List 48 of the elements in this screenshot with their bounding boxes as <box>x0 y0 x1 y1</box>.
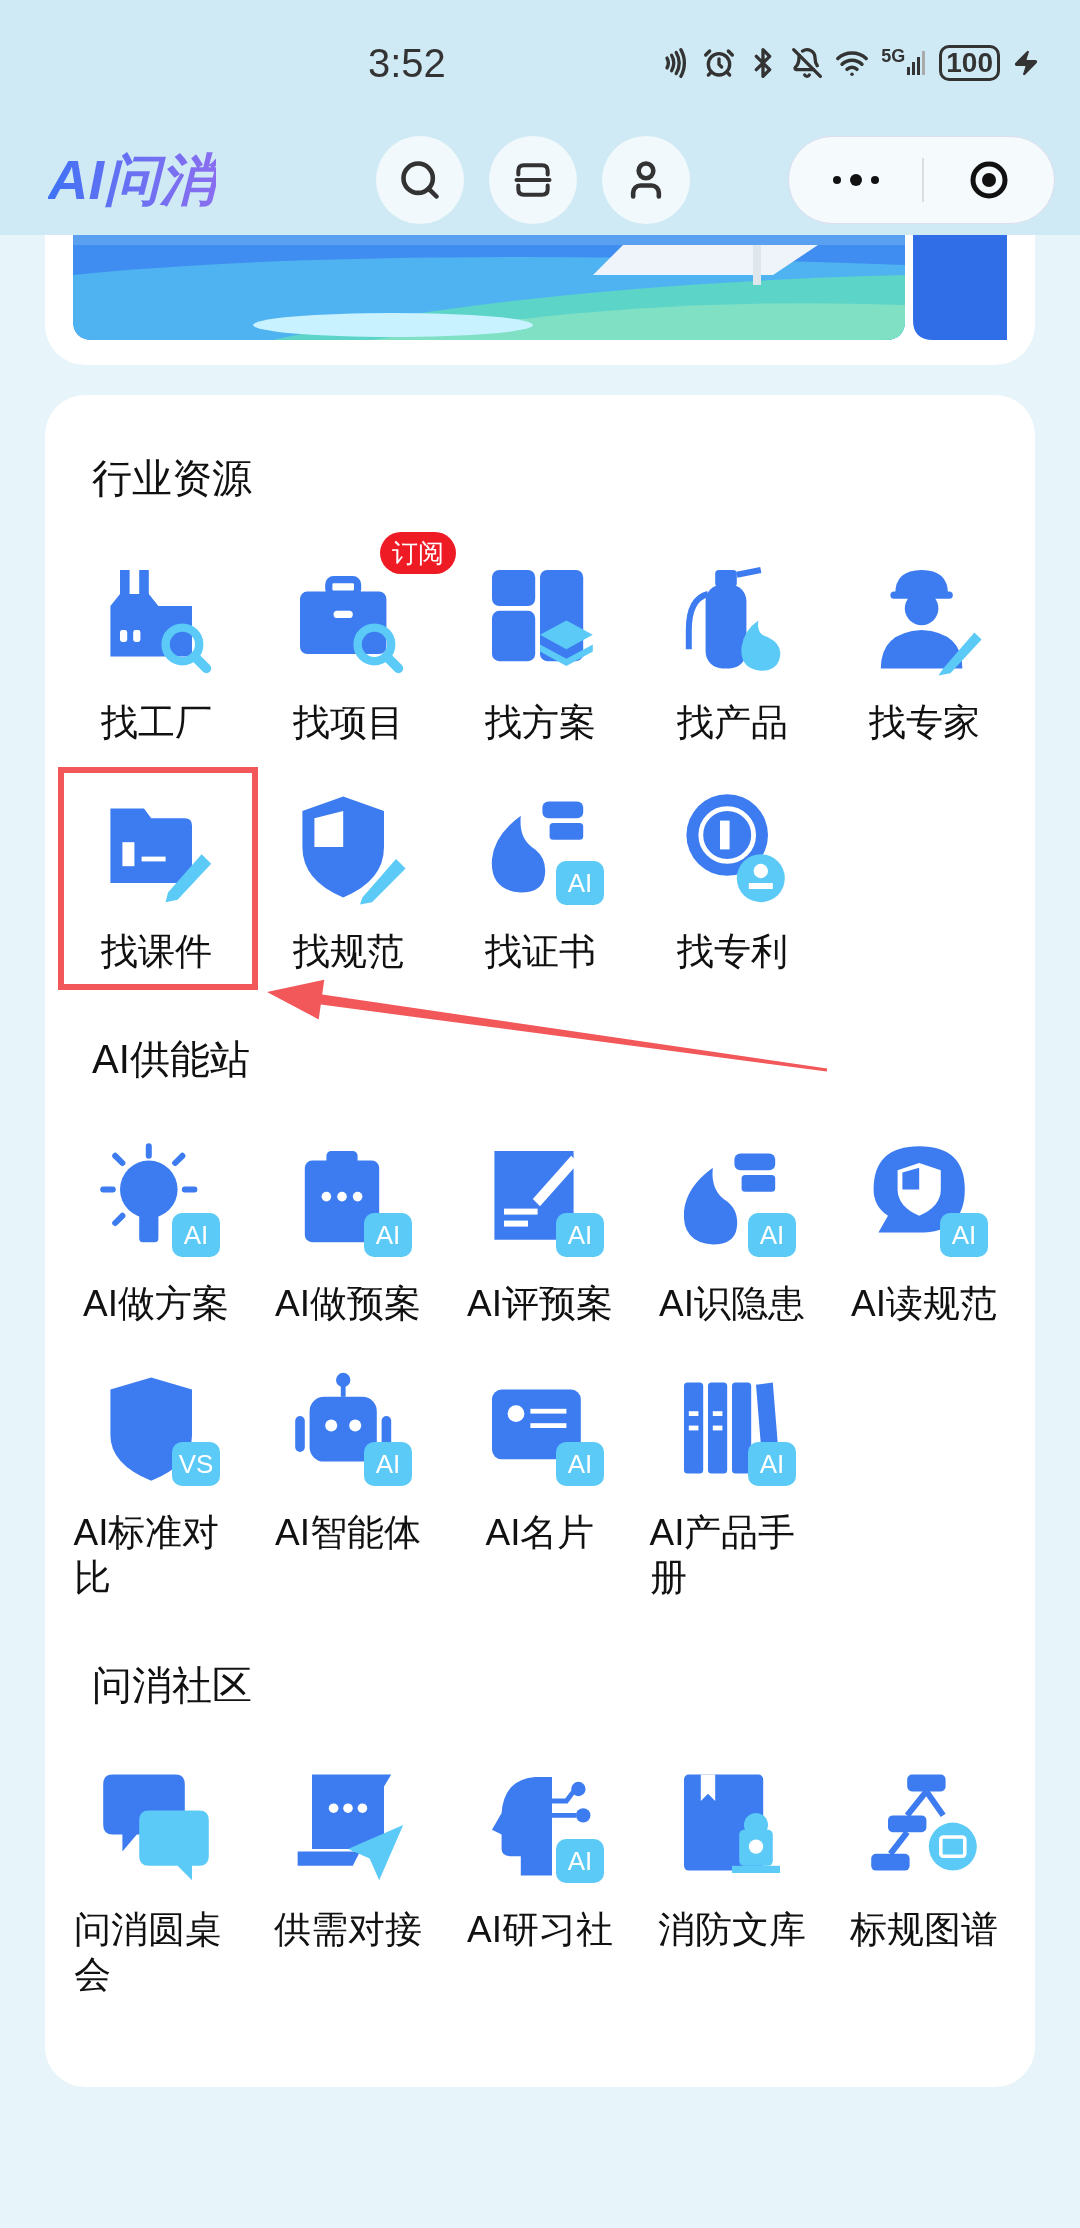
charging-icon <box>1012 48 1040 77</box>
item-label[interactable]: 找项目 <box>292 700 404 745</box>
icon-tag: VS <box>172 1442 220 1486</box>
item-label[interactable]: 标规图谱 <box>850 1907 998 1952</box>
icon-tag: AI <box>940 1213 988 1257</box>
item-label[interactable]: 消防文库 <box>658 1907 806 1952</box>
icon-tag: AI <box>364 1442 412 1486</box>
signal-icon <box>907 49 928 76</box>
status-time: 3:52 <box>368 39 446 87</box>
item-label[interactable]: 供需对接 <box>274 1907 422 1952</box>
item-label[interactable]: 找证书 <box>484 929 596 974</box>
item-label[interactable]: 找工厂 <box>100 700 212 745</box>
icon-tag: AI <box>172 1213 220 1257</box>
item-label[interactable]: AI识隐患 <box>659 1281 805 1326</box>
item-label[interactable]: 找方案 <box>484 700 596 745</box>
icon-tag: AI <box>556 1839 604 1883</box>
search-icon <box>398 158 442 202</box>
item-label[interactable]: 找专利 <box>676 929 788 974</box>
item-label[interactable]: 问消圆桌会 <box>73 1907 239 1997</box>
item-label[interactable]: 找课件 <box>100 929 212 974</box>
item-label[interactable]: 找规范 <box>292 929 404 974</box>
network-label: 5G <box>881 46 906 65</box>
icon-tag: AI <box>748 1213 796 1257</box>
item-label[interactable]: AI读规范 <box>851 1281 997 1326</box>
target-icon <box>969 160 1009 200</box>
bell-off-icon <box>791 46 824 79</box>
item-label[interactable]: AI研习社 <box>467 1907 613 1952</box>
section-title: 问消社区 <box>92 1662 252 1709</box>
icon-tag: AI <box>556 1213 604 1257</box>
item-label[interactable]: 找产品 <box>676 700 788 745</box>
icon-tag: AI <box>364 1213 412 1257</box>
item-label[interactable]: 找专家 <box>868 700 980 745</box>
item-label[interactable]: AI做预案 <box>275 1281 421 1326</box>
section-title: AI供能站 <box>92 1036 250 1083</box>
item-label[interactable]: AI评预案 <box>467 1281 613 1326</box>
battery-level: 100 <box>939 44 1000 81</box>
subscribe-badge: 订阅 <box>380 532 456 574</box>
section-title: 行业资源 <box>92 455 252 502</box>
item-label[interactable]: AI产品手册 <box>649 1510 815 1600</box>
icon-tag: AI <box>748 1442 796 1486</box>
more-icon <box>830 174 881 186</box>
item-label[interactable]: AI名片 <box>485 1510 595 1555</box>
icon-tag: AI <box>556 861 604 905</box>
item-label[interactable]: AI智能体 <box>275 1510 421 1555</box>
item-label[interactable]: AI做方案 <box>83 1281 229 1326</box>
icon-tag: AI <box>556 1442 604 1486</box>
alarm-icon <box>703 46 736 79</box>
item-label[interactable]: AI标准对比 <box>73 1510 239 1600</box>
